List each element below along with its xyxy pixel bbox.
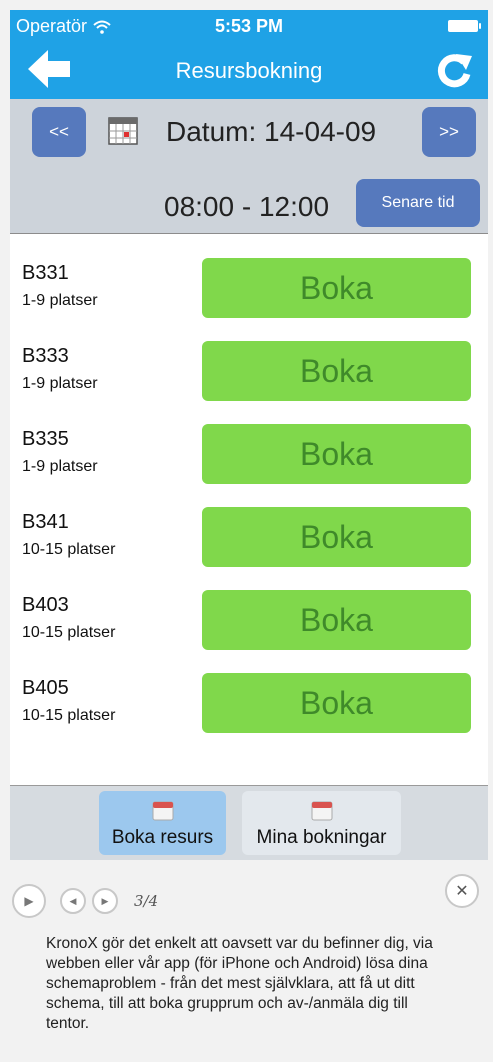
- calendar-icon: [152, 801, 173, 821]
- header: Operatör 5:53 PM Resursbokning: [10, 10, 488, 99]
- play-button[interactable]: ▶: [12, 884, 46, 918]
- slideshow-footer: ▶ ◀ ▶ 3/4 ✕ KronoX gör det enkelt att oa…: [0, 860, 493, 1062]
- room-name: B403: [22, 594, 69, 616]
- later-time-button[interactable]: Senare tid: [356, 179, 480, 227]
- book-button[interactable]: Boka: [202, 424, 471, 484]
- tab-my-bookings[interactable]: Mina bokningar: [242, 791, 401, 855]
- room-name: B405: [22, 677, 69, 699]
- slide-caption: KronoX gör det enkelt att oavsett var du…: [46, 935, 433, 1032]
- room-name: B333: [22, 345, 69, 367]
- book-button[interactable]: Boka: [202, 341, 471, 401]
- status-time: 5:53 PM: [214, 16, 284, 36]
- room-row: B335 1-9 platser Boka: [10, 400, 488, 484]
- next-slide-button[interactable]: ▶: [92, 888, 118, 914]
- play-icon: ▶: [24, 894, 34, 908]
- book-button[interactable]: Boka: [202, 507, 471, 567]
- date-navigation: << Datum: 14-04-09 >> 08:00 - 12:00 Sena…: [10, 99, 488, 234]
- room-capacity: 10-15 platser: [22, 541, 116, 558]
- previous-slide-button[interactable]: ◀: [60, 888, 86, 914]
- room-capacity: 1-9 platser: [22, 458, 98, 475]
- room-row: B331 1-9 platser Boka: [10, 234, 488, 318]
- page-title: Resursbokning: [175, 58, 323, 83]
- app-screen: Operatör 5:53 PM Resursbokning << Datum:…: [10, 10, 488, 860]
- slide-counter: 3/4: [134, 892, 159, 910]
- room-capacity: 1-9 platser: [22, 375, 98, 392]
- tab-book-resource[interactable]: Boka resurs: [99, 791, 226, 855]
- battery-icon: [448, 20, 481, 32]
- room-row: B333 1-9 platser Boka: [10, 317, 488, 401]
- tab-label: Boka resurs: [111, 827, 214, 848]
- close-button[interactable]: ✕: [445, 874, 479, 908]
- room-name: B331: [22, 262, 69, 284]
- book-button[interactable]: Boka: [202, 590, 471, 650]
- next-icon: ▶: [101, 895, 109, 906]
- room-row: B341 10-15 platser Boka: [10, 483, 488, 567]
- next-day-button[interactable]: >>: [422, 107, 476, 157]
- tab-label: Mina bokningar: [256, 827, 387, 848]
- room-row: B403 10-15 platser Boka: [10, 566, 488, 650]
- room-name: B341: [22, 511, 69, 533]
- time-range-label: 08:00 - 12:00: [164, 191, 330, 222]
- room-list: B331 1-9 platser Boka B333 1-9 platser B…: [10, 234, 488, 733]
- calendar-icon[interactable]: [108, 115, 138, 145]
- room-capacity: 1-9 platser: [22, 292, 98, 309]
- date-label: Datum: 14-04-09: [166, 116, 377, 147]
- book-button[interactable]: Boka: [202, 258, 471, 318]
- calendar-icon: [311, 801, 332, 821]
- refresh-icon[interactable]: [434, 50, 474, 90]
- room-row: B405 10-15 platser Boka: [10, 649, 488, 733]
- room-capacity: 10-15 platser: [22, 707, 116, 724]
- book-button[interactable]: Boka: [202, 673, 471, 733]
- previous-day-button[interactable]: <<: [32, 107, 86, 157]
- close-icon: ✕: [455, 883, 469, 900]
- prev-icon: ◀: [69, 895, 77, 906]
- page: Operatör 5:53 PM Resursbokning << Datum:…: [0, 0, 493, 1062]
- room-capacity: 10-15 platser: [22, 624, 116, 641]
- tab-bar: Boka resurs Mina bokningar: [10, 785, 488, 860]
- room-name: B335: [22, 428, 69, 450]
